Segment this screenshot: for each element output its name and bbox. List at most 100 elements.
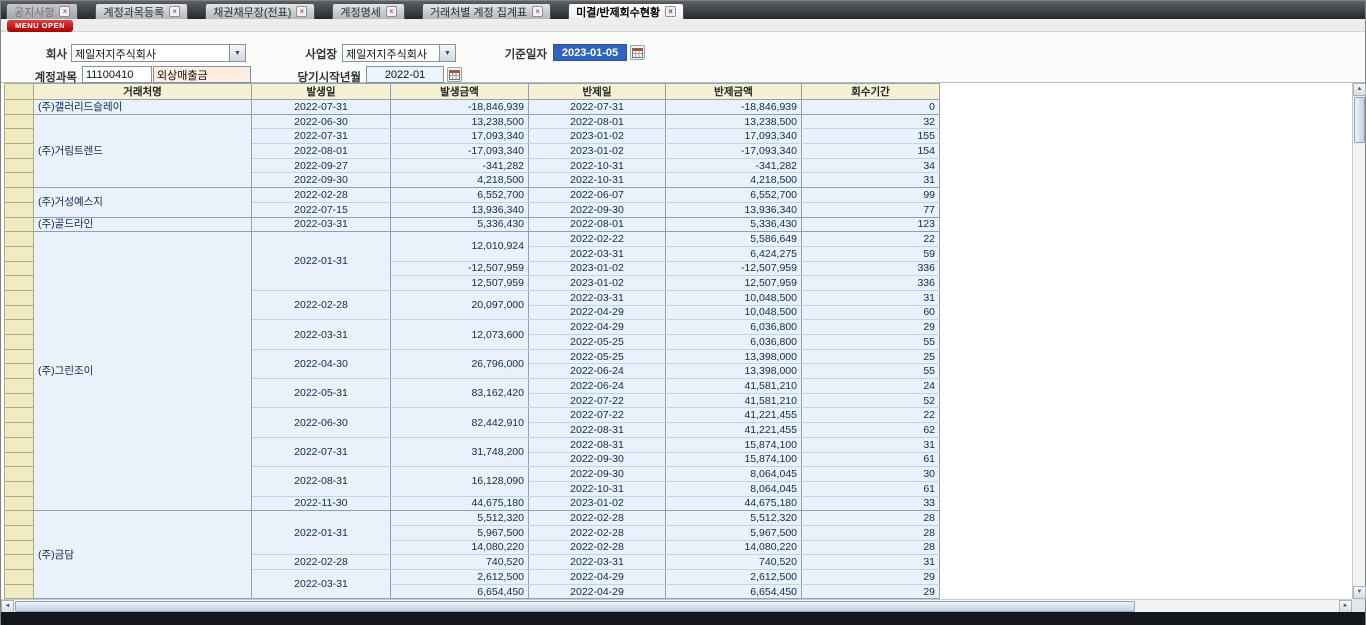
- cell-settle-amount[interactable]: 6,552,700: [666, 188, 802, 203]
- cell-settle-amount[interactable]: 6,654,450: [666, 584, 802, 599]
- cell-settle-amount[interactable]: 5,512,320: [666, 511, 802, 526]
- cell-issue-date[interactable]: 2022-03-31: [252, 217, 391, 232]
- base-date-field[interactable]: 2023-01-05: [553, 44, 627, 61]
- cell-issue-amount[interactable]: 13,936,340: [391, 202, 529, 217]
- cell-customer-name[interactable]: (주)거림트렌드: [34, 114, 252, 187]
- cell-settle-date[interactable]: 2023-01-02: [529, 144, 666, 159]
- cell-settle-amount[interactable]: 740,520: [666, 555, 802, 570]
- cell-collect-days[interactable]: 55: [802, 335, 940, 350]
- cell-settle-date[interactable]: 2022-04-29: [529, 320, 666, 335]
- row-selector[interactable]: [5, 379, 34, 394]
- cell-issue-date[interactable]: 2022-09-30: [252, 173, 391, 188]
- cell-settle-date[interactable]: 2022-06-24: [529, 364, 666, 379]
- cell-settle-date[interactable]: 2022-08-31: [529, 437, 666, 452]
- cell-collect-days[interactable]: 34: [802, 158, 940, 173]
- cell-settle-amount[interactable]: 15,874,100: [666, 452, 802, 467]
- cell-settle-date[interactable]: 2022-08-01: [529, 217, 666, 232]
- tab-close-icon[interactable]: ×: [59, 6, 70, 17]
- cell-collect-days[interactable]: 62: [802, 423, 940, 438]
- cell-settle-amount[interactable]: 12,507,959: [666, 276, 802, 291]
- cell-settle-date[interactable]: 2022-09-30: [529, 452, 666, 467]
- row-selector[interactable]: [5, 364, 34, 379]
- cell-settle-amount[interactable]: 8,064,045: [666, 467, 802, 482]
- cell-settle-amount[interactable]: 10,048,500: [666, 305, 802, 320]
- period-start-input[interactable]: [366, 66, 444, 83]
- cell-settle-date[interactable]: 2022-07-22: [529, 393, 666, 408]
- cell-issue-amount[interactable]: 12,073,600: [391, 320, 529, 349]
- tab-close-icon[interactable]: ×: [532, 6, 543, 17]
- cell-issue-date[interactable]: 2022-02-28: [252, 188, 391, 203]
- cell-issue-amount[interactable]: 5,336,430: [391, 217, 529, 232]
- cell-collect-days[interactable]: 0: [802, 100, 940, 115]
- tab-4[interactable]: 계정명세×: [332, 3, 404, 19]
- cell-collect-days[interactable]: 31: [802, 290, 940, 305]
- row-selector[interactable]: [5, 437, 34, 452]
- cell-issue-amount[interactable]: 44,675,180: [391, 496, 529, 511]
- cell-settle-amount[interactable]: 14,080,220: [666, 540, 802, 555]
- row-selector[interactable]: [5, 261, 34, 276]
- cell-settle-amount[interactable]: -17,093,340: [666, 144, 802, 159]
- cell-settle-amount[interactable]: 13,398,000: [666, 349, 802, 364]
- cell-collect-days[interactable]: 29: [802, 570, 940, 585]
- row-selector[interactable]: [5, 129, 34, 144]
- cell-issue-amount[interactable]: 83,162,420: [391, 379, 529, 408]
- row-selector[interactable]: [5, 188, 34, 203]
- cell-collect-days[interactable]: 22: [802, 408, 940, 423]
- tab-close-icon[interactable]: ×: [386, 6, 397, 17]
- row-selector[interactable]: [5, 335, 34, 350]
- cell-settle-amount[interactable]: 6,036,800: [666, 335, 802, 350]
- cell-issue-amount[interactable]: 31,748,200: [391, 437, 529, 466]
- row-selector[interactable]: [5, 481, 34, 496]
- tab-3[interactable]: 채권채무장(전표)×: [205, 3, 315, 19]
- row-selector[interactable]: [5, 320, 34, 335]
- cell-customer-name[interactable]: (주)갤러리드슬레이: [34, 100, 252, 115]
- cell-settle-amount[interactable]: 6,424,275: [666, 246, 802, 261]
- cell-settle-amount[interactable]: 5,586,649: [666, 232, 802, 247]
- cell-issue-amount[interactable]: -12,507,959: [391, 261, 529, 276]
- calendar-icon[interactable]: [630, 45, 645, 60]
- cell-settle-amount[interactable]: 13,398,000: [666, 364, 802, 379]
- cell-settle-date[interactable]: 2022-10-31: [529, 173, 666, 188]
- cell-settle-amount[interactable]: 8,064,045: [666, 481, 802, 496]
- cell-settle-date[interactable]: 2022-10-31: [529, 158, 666, 173]
- cell-collect-days[interactable]: 32: [802, 114, 940, 129]
- row-selector[interactable]: [5, 100, 34, 115]
- cell-settle-date[interactable]: 2022-04-29: [529, 570, 666, 585]
- cell-settle-date[interactable]: 2022-03-31: [529, 246, 666, 261]
- row-selector[interactable]: [5, 496, 34, 511]
- vertical-scroll-thumb[interactable]: [1354, 97, 1365, 143]
- cell-collect-days[interactable]: 31: [802, 555, 940, 570]
- cell-settle-amount[interactable]: 5,336,430: [666, 217, 802, 232]
- row-selector[interactable]: [5, 393, 34, 408]
- cell-issue-amount[interactable]: 5,512,320: [391, 511, 529, 526]
- row-selector[interactable]: [5, 290, 34, 305]
- cell-settle-amount[interactable]: 10,048,500: [666, 290, 802, 305]
- cell-settle-amount[interactable]: 41,221,455: [666, 423, 802, 438]
- cell-collect-days[interactable]: 29: [802, 584, 940, 599]
- cell-issue-date[interactable]: 2022-05-31: [252, 379, 391, 408]
- company-combo[interactable]: 제일저지주식회사 ▼: [71, 44, 246, 62]
- tab-close-icon[interactable]: ×: [296, 6, 307, 17]
- cell-collect-days[interactable]: 30: [802, 467, 940, 482]
- row-selector[interactable]: [5, 584, 34, 599]
- cell-issue-amount[interactable]: 5,967,500: [391, 525, 529, 540]
- cell-issue-date[interactable]: 2022-08-31: [252, 467, 391, 496]
- cell-customer-name[interactable]: (주)그린조이: [34, 232, 252, 511]
- cell-issue-date[interactable]: 2022-06-30: [252, 114, 391, 129]
- cell-issue-amount[interactable]: -341,282: [391, 158, 529, 173]
- cell-collect-days[interactable]: 55: [802, 364, 940, 379]
- cell-issue-amount[interactable]: 82,442,910: [391, 408, 529, 437]
- cell-settle-date[interactable]: 2022-09-30: [529, 467, 666, 482]
- cell-issue-date[interactable]: 2022-07-15: [252, 202, 391, 217]
- cell-settle-date[interactable]: 2022-02-22: [529, 232, 666, 247]
- cell-collect-days[interactable]: 155: [802, 129, 940, 144]
- cell-settle-amount[interactable]: 41,581,210: [666, 379, 802, 394]
- workplace-combo[interactable]: 제일저지주식회사 ▼: [342, 44, 456, 62]
- tab-close-icon[interactable]: ×: [665, 6, 676, 17]
- scroll-down-icon[interactable]: ▼: [1353, 586, 1366, 599]
- cell-collect-days[interactable]: 28: [802, 540, 940, 555]
- cell-issue-date[interactable]: 2022-01-31: [252, 511, 391, 555]
- cell-collect-days[interactable]: 99: [802, 188, 940, 203]
- row-selector[interactable]: [5, 452, 34, 467]
- cell-settle-amount[interactable]: 13,238,500: [666, 114, 802, 129]
